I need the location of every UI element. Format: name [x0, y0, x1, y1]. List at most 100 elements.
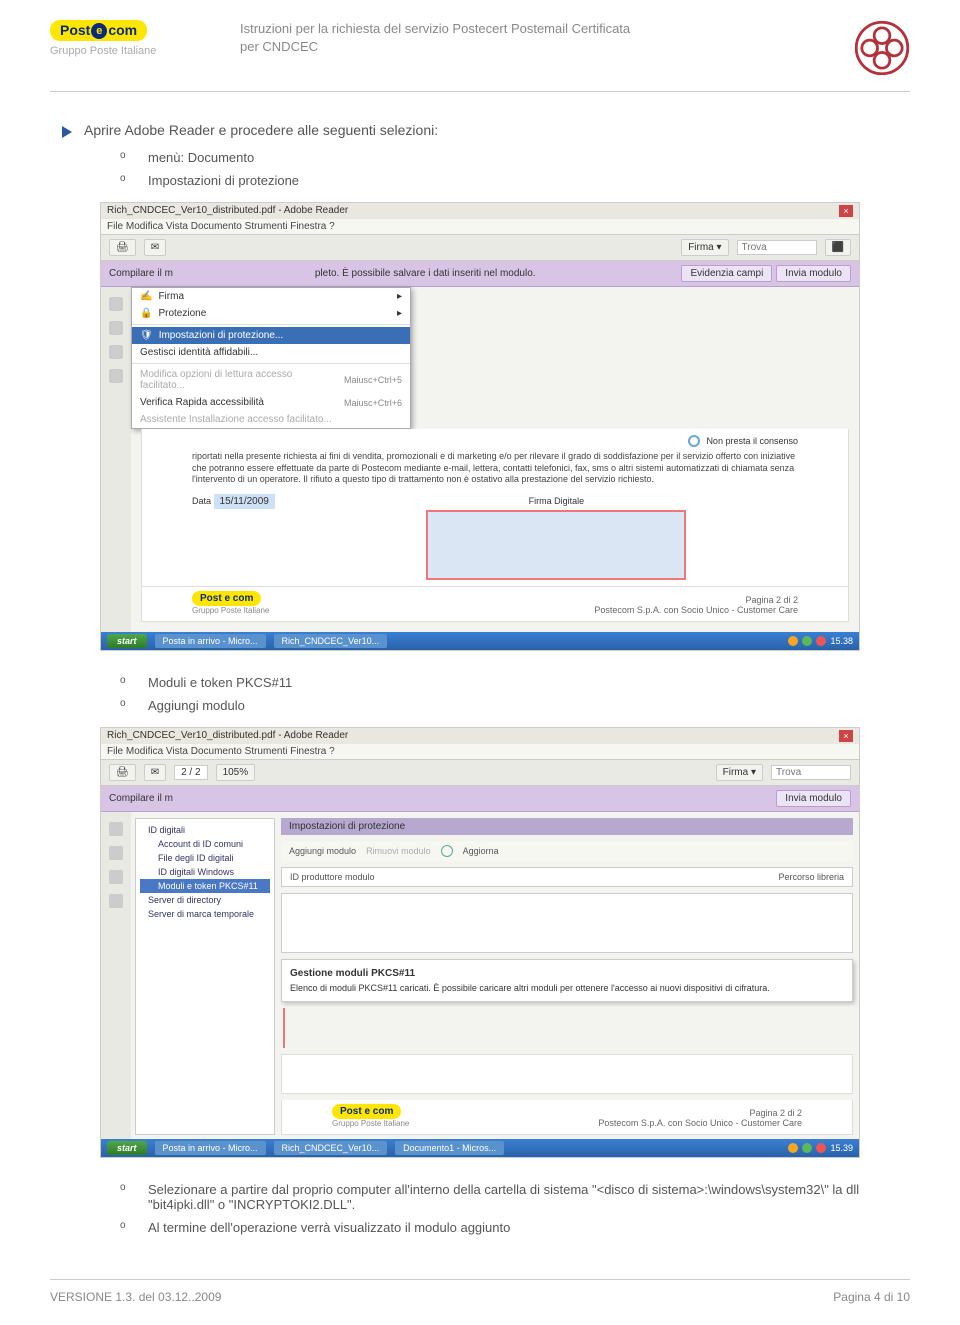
window-titlebar: Rich_CNDCEC_Ver10_distributed.pdf - Adob… [101, 728, 859, 744]
taskbar-item[interactable]: Documento1 - Micros... [395, 1141, 504, 1155]
tree-item[interactable]: ID digitali [140, 823, 270, 837]
sidebar-icon[interactable] [109, 297, 123, 311]
tray-icon[interactable] [802, 1143, 812, 1153]
sidebar-icon[interactable] [109, 345, 123, 359]
menu-item-protezione[interactable]: 🔒 Protezione ▸ [132, 305, 410, 322]
app-toolbar: 🖨 ✉ Firma ▾ ⬛ [101, 234, 859, 261]
refresh-icon[interactable] [441, 845, 453, 857]
taskbar-clock: 15.39 [830, 1143, 853, 1153]
signature-row: Data 15/11/2009 Firma Digitale [192, 496, 798, 580]
start-button[interactable]: start [107, 634, 147, 648]
sidebar-icon[interactable] [109, 321, 123, 335]
col-percorso: Percorso libreria [778, 872, 844, 882]
bullet-text: Aggiungi modulo [148, 698, 245, 713]
zoom-label[interactable]: 105% [216, 764, 256, 781]
submit-form-button[interactable]: Invia modulo [776, 265, 851, 282]
step-heading-1: Aprire Adobe Reader e procedere alle seg… [60, 122, 900, 140]
tray-icon[interactable] [802, 636, 812, 646]
tray-icon[interactable] [816, 1143, 826, 1153]
taskbar-item[interactable]: Posta in arrivo - Micro... [155, 1141, 266, 1155]
menu-item-firma[interactable]: ✍ Firma ▸ [132, 288, 410, 305]
step2-bullets: oModuli e token PKCS#11 oAggiungi modulo [120, 671, 900, 717]
sign-dropdown[interactable]: Firma ▾ [716, 764, 763, 781]
app-menubar[interactable]: File Modifica Vista Documento Strumenti … [101, 219, 859, 234]
add-module-button[interactable]: Aggiungi modulo [289, 846, 356, 856]
screenshot-1: Rich_CNDCEC_Ver10_distributed.pdf - Adob… [100, 202, 860, 651]
menu-item-verifica[interactable]: Verifica Rapida accessibilitàMaiusc+Ctrl… [132, 394, 410, 411]
bullet-text: Al termine dell'operazione verrà visuali… [148, 1220, 510, 1235]
pkcs-hint-box: Gestione moduli PKCS#11 Elenco di moduli… [281, 959, 853, 1002]
sidebar-icon[interactable] [109, 846, 123, 860]
toolbar-btn[interactable]: ⬛ [825, 239, 851, 256]
tree-item[interactable]: Moduli e token PKCS#11 [140, 879, 270, 893]
toolbar-btn[interactable]: ✉ [144, 239, 166, 256]
find-input[interactable] [737, 240, 817, 255]
tree-item[interactable]: ID digitali Windows [140, 865, 270, 879]
sign-dropdown[interactable]: Firma ▾ [681, 239, 728, 256]
footer-logo: Post e com [332, 1104, 401, 1119]
pdf-document-area: Non presta il consenso riportati nella p… [141, 429, 849, 587]
pkcs-title: Gestione moduli PKCS#11 [290, 968, 844, 979]
doc-footer: Post e com Gruppo Poste Italiane Pagina … [281, 1100, 853, 1135]
footer-company: Postecom S.p.A. con Socio Unico - Custom… [598, 1118, 802, 1128]
radio-icon[interactable] [688, 435, 700, 447]
scr2-main: ID digitaliAccount di ID comuniFile degl… [131, 812, 859, 1139]
tree-item[interactable]: Account di ID comuni [140, 837, 270, 851]
security-tree: ID digitaliAccount di ID comuniFile degl… [135, 818, 275, 1135]
tray-icon[interactable] [816, 636, 826, 646]
header-title: Istruzioni per la richiesta del servizio… [220, 20, 840, 56]
toolbar-btn[interactable]: 🖨 [109, 764, 136, 781]
gruppo-label: Gruppo Poste Italiane [50, 45, 220, 57]
tree-item[interactable]: Server di marca temporale [140, 907, 270, 921]
remove-module-button: Rimuovi modulo [366, 846, 431, 856]
highlight-fields-button[interactable]: Evidenzia campi [681, 265, 772, 282]
toolbar-btn[interactable]: ✉ [144, 764, 166, 781]
bullet-item: oAggiungi modulo [120, 694, 900, 717]
bullet-item: oImpostazioni di protezione [120, 169, 900, 192]
footer-page-number: Pagina 4 di 10 [833, 1290, 910, 1304]
tree-item[interactable]: File degli ID digitali [140, 851, 270, 865]
bullet-item: oSelezionare a partire dal proprio compu… [120, 1178, 900, 1216]
at-symbol-icon: e [91, 23, 107, 39]
start-button[interactable]: start [107, 1141, 147, 1155]
pkcs-body: Elenco di moduli PKCS#11 caricati. È pos… [290, 983, 844, 993]
sidebar-icon[interactable] [109, 369, 123, 383]
nav-sidebar [101, 812, 131, 1139]
refresh-button[interactable]: Aggiorna [463, 846, 499, 856]
footer-version: VERSIONE 1.3. del 03.12..2009 [50, 1290, 221, 1304]
close-icon[interactable]: × [839, 730, 853, 742]
menu-item-assistente: Assistente Installazione accesso facilit… [132, 411, 410, 428]
taskbar-item[interactable]: Rich_CNDCEC_Ver10... [274, 634, 388, 648]
menu-item-impostazioni-protezione[interactable]: 🛡 Impostazioni di protezione... [132, 327, 410, 344]
title-line1: Istruzioni per la richiesta del servizio… [240, 20, 820, 38]
consent-row: Non presta il consenso [192, 435, 798, 447]
sidebar-icon[interactable] [109, 870, 123, 884]
find-input[interactable] [771, 765, 851, 780]
tray-icon[interactable] [788, 1143, 798, 1153]
sidebar-icon[interactable] [109, 822, 123, 836]
bullet-text: Impostazioni di protezione [148, 173, 299, 188]
toolbar-btn[interactable]: 🖨 [109, 239, 136, 256]
documento-dropdown-menu: ✍ Firma ▸ 🔒 Protezione ▸ 🛡 Impostazioni … [131, 287, 411, 429]
close-icon[interactable]: × [839, 205, 853, 217]
module-list[interactable] [281, 893, 853, 953]
windows-taskbar: start Posta in arrivo - Micro... Rich_CN… [101, 1139, 859, 1157]
page-content: Aprire Adobe Reader e procedere alle seg… [50, 122, 910, 1239]
form-status-bar: Compilare il m pleto. È possibile salvar… [101, 261, 859, 287]
page-indicator[interactable]: 2 / 2 [174, 765, 207, 780]
scr2-body: ID digitaliAccount di ID comuniFile degl… [101, 812, 859, 1139]
sidebar-icon[interactable] [109, 894, 123, 908]
taskbar-item[interactable]: Rich_CNDCEC_Ver10... [274, 1141, 388, 1155]
tree-item[interactable]: Server di directory [140, 893, 270, 907]
bullet-item: oModuli e token PKCS#11 [120, 671, 900, 694]
date-field[interactable]: 15/11/2009 [214, 494, 275, 509]
bullet-item: omenù: Documento [120, 146, 900, 169]
signature-field[interactable] [426, 510, 686, 580]
scr1-body: ✍ Firma ▸ 🔒 Protezione ▸ 🛡 Impostazioni … [101, 287, 859, 632]
submit-form-button[interactable]: Invia modulo [776, 790, 851, 807]
app-menubar[interactable]: File Modifica Vista Documento Strumenti … [101, 744, 859, 759]
menu-item-gestisci[interactable]: Gestisci identità affidabili... [132, 344, 410, 361]
tray-icon[interactable] [788, 636, 798, 646]
form-status-bar: Compilare il m Invia modulo [101, 786, 859, 812]
taskbar-item[interactable]: Posta in arrivo - Micro... [155, 634, 266, 648]
